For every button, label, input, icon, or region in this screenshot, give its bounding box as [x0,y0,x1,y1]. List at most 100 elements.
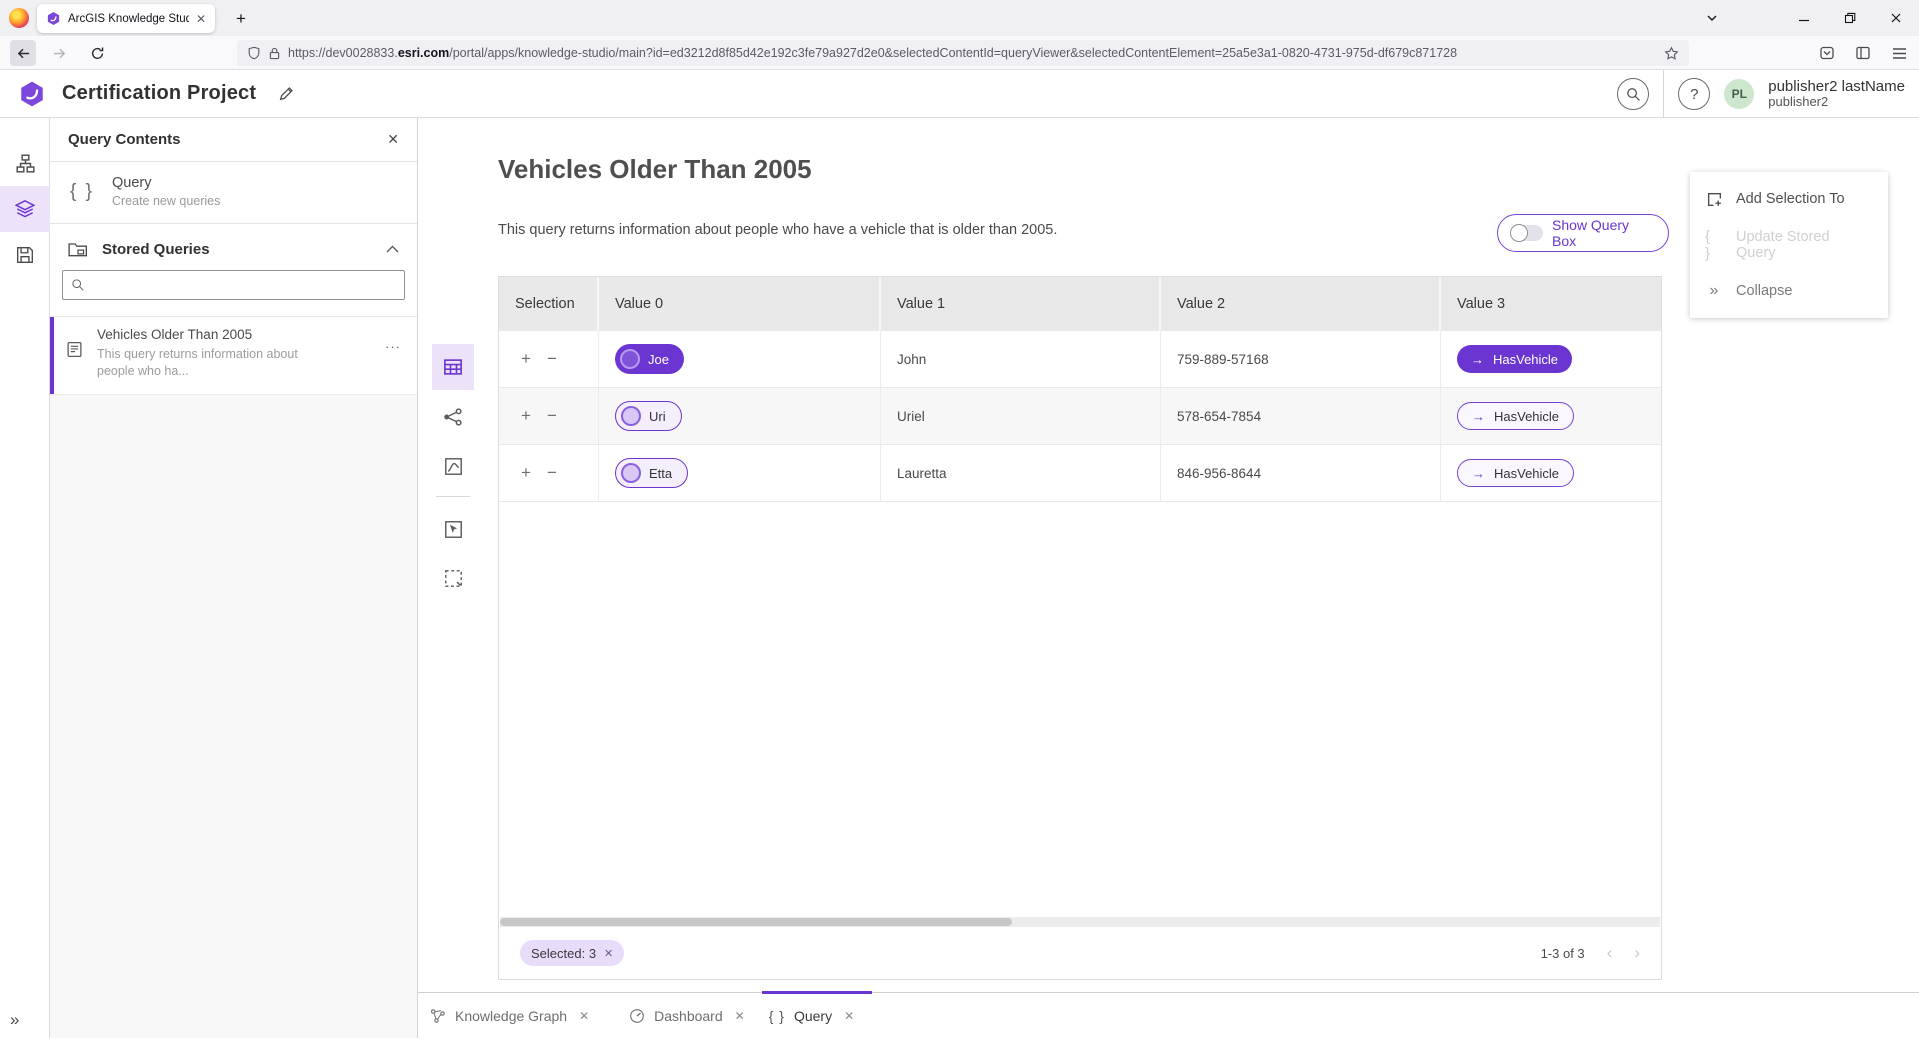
collapse-section-icon[interactable] [386,245,399,253]
column-header[interactable]: Value 3 [1441,277,1661,331]
dashboard-gauge-icon [629,1008,645,1024]
bookmark-star-icon[interactable] [1664,46,1679,61]
selection-box-button[interactable] [432,556,474,600]
cell-value[interactable]: John [881,331,1161,387]
braces-icon: { } [1705,228,1723,262]
list-tabs-icon[interactable] [1701,7,1723,29]
cell-value[interactable]: Lauretta [881,445,1161,501]
close-tab-icon[interactable]: ✕ [735,1009,745,1023]
table-row[interactable]: + − Etta Lauretta 846-956-8644 →HasVehic… [499,445,1661,502]
tab-knowledge-graph[interactable]: Knowledge Graph ✕ [430,1008,589,1024]
page-range: 1-3 of 3 [1541,946,1585,961]
close-tab-icon[interactable]: ✕ [579,1009,589,1023]
stored-queries-searchbox[interactable] [62,270,405,300]
user-info[interactable]: publisher2 lastName publisher2 [1768,78,1905,110]
add-selection-icon [1705,191,1723,208]
stored-queries-title: Stored Queries [102,241,372,258]
back-button[interactable] [10,40,36,66]
relationship-pill[interactable]: →HasVehicle [1457,459,1574,487]
extensions-icon[interactable] [1853,43,1873,63]
table-view-button[interactable] [432,344,474,390]
column-header[interactable]: Selection [499,277,599,331]
url-text[interactable]: https://dev0028833.esri.com/portal/apps/… [288,46,1656,60]
table-footer: Selected: 3 ✕ 1-3 of 3 ‹ › [500,927,1660,979]
tab-close-icon[interactable]: ✕ [196,12,206,26]
help-button[interactable]: ? [1678,78,1710,110]
remove-from-selection-icon[interactable]: − [547,406,557,426]
new-query-item[interactable]: { } Query Create new queries [50,162,417,224]
pagination: 1-3 of 3 ‹ › [1541,943,1640,963]
add-to-selection-icon[interactable]: + [521,406,531,426]
column-header[interactable]: Value 2 [1161,277,1441,331]
rail-item-save[interactable] [0,232,50,278]
avatar[interactable]: PL [1724,79,1754,109]
tracking-shield-icon[interactable] [247,46,261,60]
close-tab-icon[interactable]: ✕ [844,1009,854,1023]
knowledge-graph-icon [430,1008,446,1024]
add-to-selection-icon[interactable]: + [521,349,531,369]
horizontal-scrollbar[interactable] [500,917,1660,927]
query-item-title: Query [112,175,220,191]
entity-pill[interactable]: Etta [615,458,688,488]
clear-selection-icon[interactable]: ✕ [604,947,613,960]
menu-item-add-selection-to[interactable]: Add Selection To [1690,176,1888,222]
cell-value[interactable]: 759-889-57168 [1161,331,1441,387]
new-tab-button[interactable]: + [229,7,253,31]
next-page-icon[interactable]: › [1634,943,1640,963]
stored-query-title: Vehicles Older Than 2005 [97,327,303,342]
remove-from-selection-icon[interactable]: − [547,349,557,369]
panel-close-icon[interactable]: ✕ [387,131,399,148]
braces-icon: { } [70,181,94,203]
browser-tab[interactable]: ArcGIS Knowledge Studio ✕ [37,4,215,33]
relationship-pill[interactable]: →HasVehicle [1457,402,1574,430]
hamburger-menu-icon[interactable] [1889,43,1909,63]
selected-count-chip[interactable]: Selected: 3 ✕ [520,940,624,966]
show-query-box-toggle[interactable]: Show Query Box [1497,214,1669,252]
menu-item-update-stored-query[interactable]: { } Update Stored Query [1690,222,1888,268]
previous-page-icon[interactable]: ‹ [1607,943,1613,963]
expand-rail-icon[interactable]: » [10,1010,19,1030]
add-to-selection-icon[interactable]: + [521,463,531,483]
edit-title-icon[interactable] [278,85,295,102]
lock-icon[interactable] [269,47,280,60]
firefox-icon[interactable] [9,8,29,28]
rail-item-contents[interactable] [0,186,50,232]
remove-from-selection-icon[interactable]: − [547,463,557,483]
menu-item-collapse[interactable]: » Collapse [1690,268,1888,314]
search-button[interactable] [1617,78,1649,110]
entity-pill[interactable]: Uri [615,401,682,431]
toggle-switch[interactable] [1511,225,1543,241]
column-header[interactable]: Value 0 [599,277,881,331]
reload-button[interactable] [84,40,110,66]
cell-value[interactable]: 578-654-7854 [1161,388,1441,444]
stored-query-item[interactable]: Vehicles Older Than 2005 This query retu… [50,316,417,395]
page-title: Vehicles Older Than 2005 [498,154,812,185]
link-chart-button[interactable] [432,395,474,439]
table-icon [443,357,463,377]
tab-query[interactable]: { } Query ✕ [769,1008,854,1024]
cell-value[interactable]: Uriel [881,388,1161,444]
forward-button[interactable] [46,40,72,66]
relationship-pill[interactable]: →HasVehicle [1457,345,1572,373]
table-row[interactable]: + − Joe John 759-889-57168 →HasVehicle [499,331,1661,388]
chart-view-button[interactable] [432,444,474,488]
pocket-icon[interactable] [1817,43,1837,63]
url-bar[interactable]: https://dev0028833.esri.com/portal/apps/… [237,40,1689,66]
rail-item-data-model[interactable] [0,140,50,186]
panel-empty-area [50,395,417,1038]
minimize-button[interactable] [1793,7,1815,29]
entity-pill[interactable]: Joe [615,344,684,374]
tab-dashboard[interactable]: Dashboard ✕ [629,1008,745,1024]
item-options-icon[interactable]: ··· [385,339,401,354]
restore-button[interactable] [1839,7,1861,29]
close-window-button[interactable] [1885,7,1907,29]
page-description: This query returns information about peo… [498,222,1057,238]
search-input[interactable] [92,278,396,293]
table-row[interactable]: + − Uri Uriel 578-654-7854 →HasVehicle [499,388,1661,445]
cell-value[interactable]: 846-956-8644 [1161,445,1441,501]
column-header[interactable]: Value 1 [881,277,1161,331]
search-icon [1626,87,1641,102]
map-select-button[interactable] [432,507,474,551]
stored-queries-header[interactable]: Stored Queries [50,224,417,268]
scrollbar-thumb[interactable] [500,918,1012,926]
